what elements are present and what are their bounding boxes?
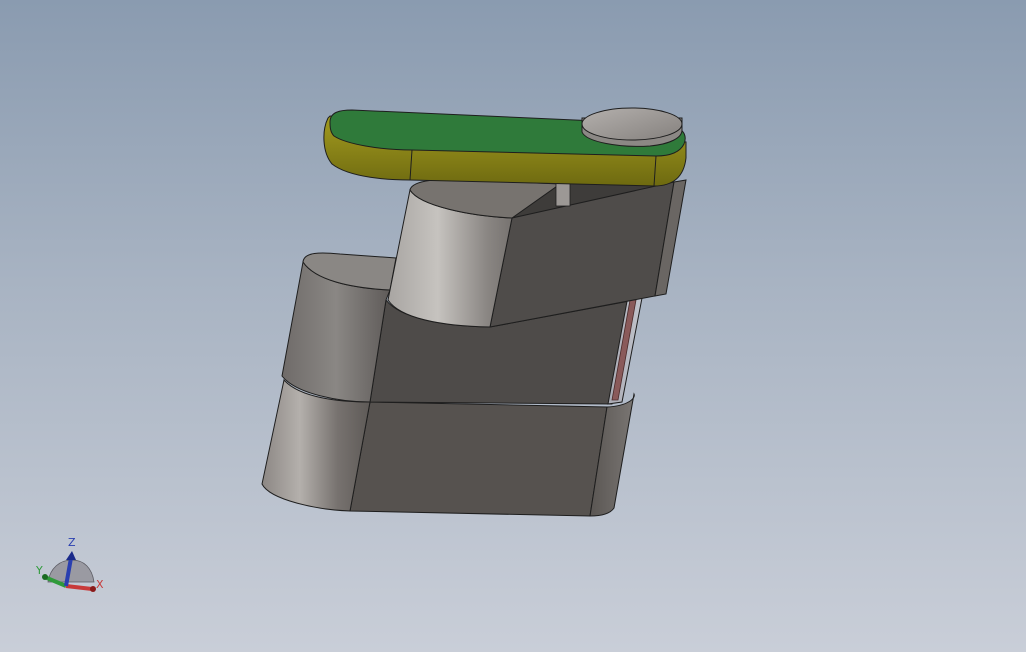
upper-block[interactable] — [387, 178, 687, 328]
axis-triad[interactable]: X Y Z — [35, 536, 104, 592]
x-axis-label: X — [96, 578, 104, 591]
model-view[interactable]: X Y Z — [0, 0, 1026, 652]
x-axis-arrow — [65, 584, 93, 591]
graphics-viewport[interactable]: X Y Z — [0, 0, 1026, 652]
y-axis-label: Y — [35, 564, 43, 577]
boss-cylinder[interactable] — [581, 107, 683, 147]
z-axis-label: Z — [68, 536, 76, 549]
y-axis-tip-icon — [42, 574, 48, 580]
inner-post — [555, 181, 571, 207]
z-axis-tip-icon — [66, 551, 76, 560]
boss-top-face — [581, 107, 683, 141]
lower-block-front-face — [349, 401, 608, 517]
